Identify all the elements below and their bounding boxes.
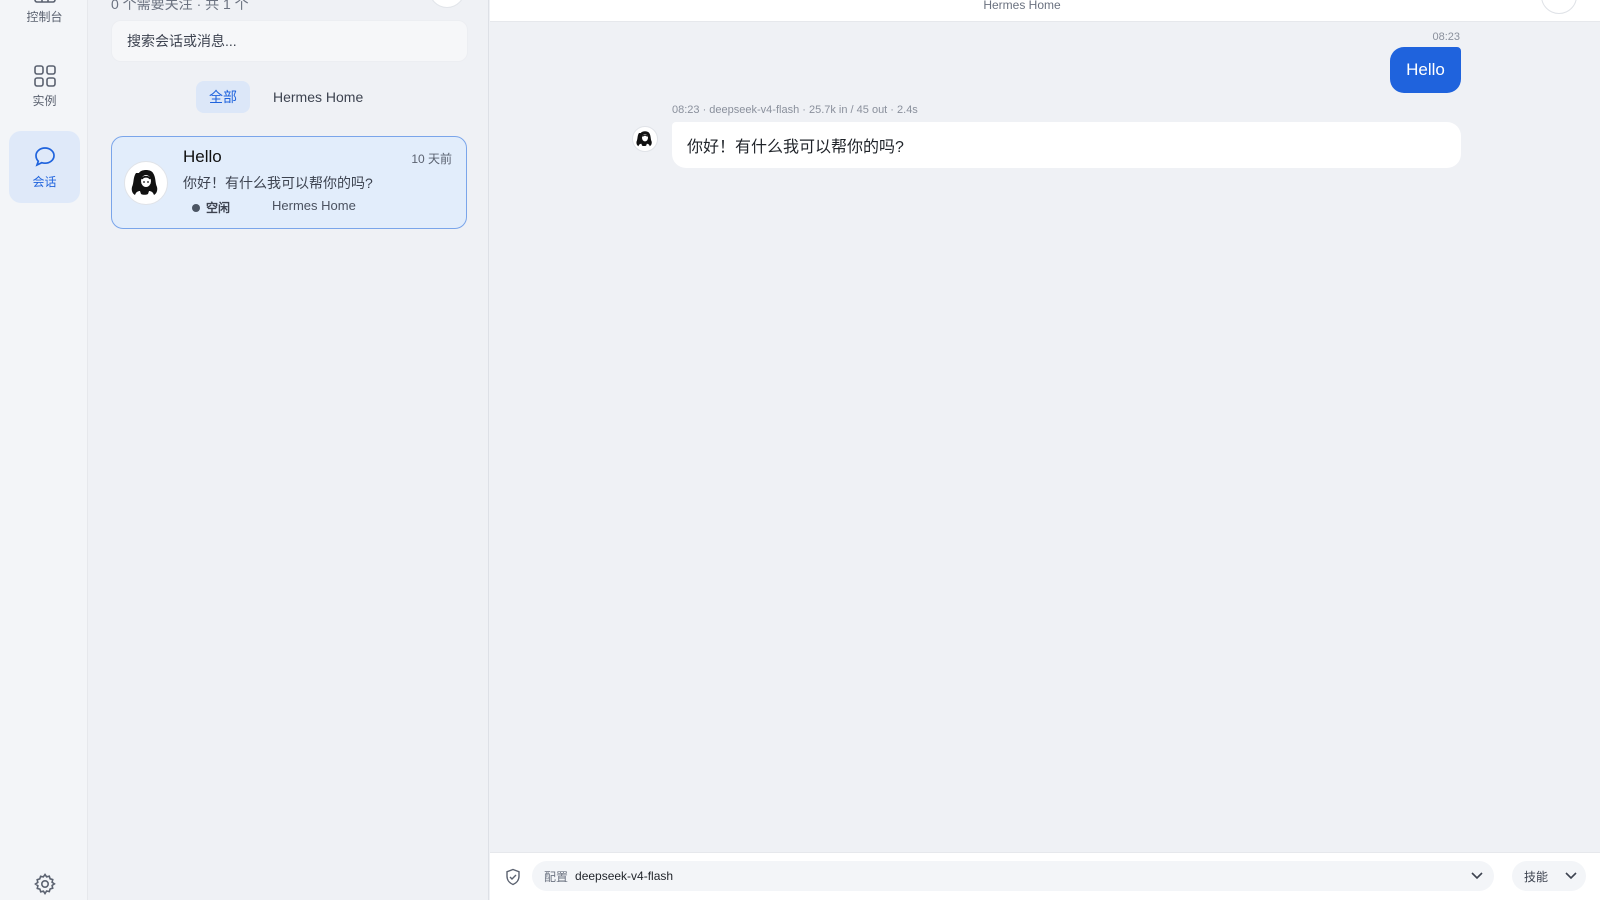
chevron-down-icon xyxy=(1565,872,1577,880)
chat-title: Hermes Home xyxy=(983,0,1061,12)
filter-tabs: 全部 Hermes Home xyxy=(196,81,386,113)
session-card[interactable]: Hello 10 天前 你好！有什么我可以帮你的吗? 空闲 Hermes Hom… xyxy=(111,136,467,229)
gear-icon xyxy=(33,873,56,895)
skills-label: 技能 xyxy=(1524,869,1549,884)
session-preview: 你好！有什么我可以帮你的吗? xyxy=(183,175,373,191)
avatar xyxy=(124,161,168,205)
nav-chat-label: 会话 xyxy=(32,174,57,189)
avatar-portrait-icon xyxy=(636,131,652,147)
status-dot-icon xyxy=(192,203,200,212)
status-badge: 空闲 xyxy=(192,199,230,216)
session-instance: Hermes Home xyxy=(272,198,356,213)
avatar-portrait-icon xyxy=(131,170,158,195)
filter-all[interactable]: 全部 xyxy=(196,81,250,113)
assistant-message-bubble: 你好！有什么我可以帮你的吗? xyxy=(672,122,1461,168)
nav-instances-label: 实例 xyxy=(32,93,57,108)
user-message-time: 08:23 xyxy=(1432,31,1460,43)
assistant-message-meta: 08:23 · deepseek-v4-flash · 25.7k in / 4… xyxy=(672,104,918,116)
nav-chat[interactable]: 会话 xyxy=(9,131,80,203)
nav-console-label: 控制台 xyxy=(26,9,63,24)
grid-icon xyxy=(33,0,56,3)
apps-icon xyxy=(33,64,56,87)
skills-selector[interactable]: 技能 xyxy=(1512,861,1586,891)
status-label: 空闲 xyxy=(206,201,231,215)
nav-settings[interactable] xyxy=(9,872,80,900)
session-panel: 0 个需要关注 · 共 1 个 搜索会话或消息... 全部 Hermes Hom… xyxy=(88,0,489,900)
composer-bar: 配置 deepseek-v4-flash 技能 xyxy=(490,852,1600,900)
assistant-avatar xyxy=(632,126,658,152)
search-input[interactable]: 搜索会话或消息... xyxy=(111,20,468,62)
chat-header: Hermes Home xyxy=(490,0,1600,22)
config-selector[interactable]: 配置 deepseek-v4-flash xyxy=(532,861,1494,891)
user-message-bubble: Hello xyxy=(1390,47,1461,93)
chat-bubble-icon xyxy=(34,146,55,167)
session-time: 10 天前 xyxy=(411,152,452,166)
filter-hermes-home[interactable]: Hermes Home xyxy=(260,81,376,113)
chevron-down-icon xyxy=(1471,872,1483,880)
shield-check-icon[interactable] xyxy=(504,868,522,886)
nav-instances[interactable]: 实例 xyxy=(9,54,80,118)
new-session-button[interactable] xyxy=(429,0,465,8)
config-key: 配置 xyxy=(544,869,569,884)
nav-console[interactable]: 控制台 xyxy=(9,0,80,30)
session-title: Hello xyxy=(183,147,222,166)
left-rail: 控制台 实例 会话 xyxy=(0,0,88,900)
session-summary: 0 个需要关注 · 共 1 个 xyxy=(111,0,249,12)
config-model: deepseek-v4-flash xyxy=(575,869,674,883)
